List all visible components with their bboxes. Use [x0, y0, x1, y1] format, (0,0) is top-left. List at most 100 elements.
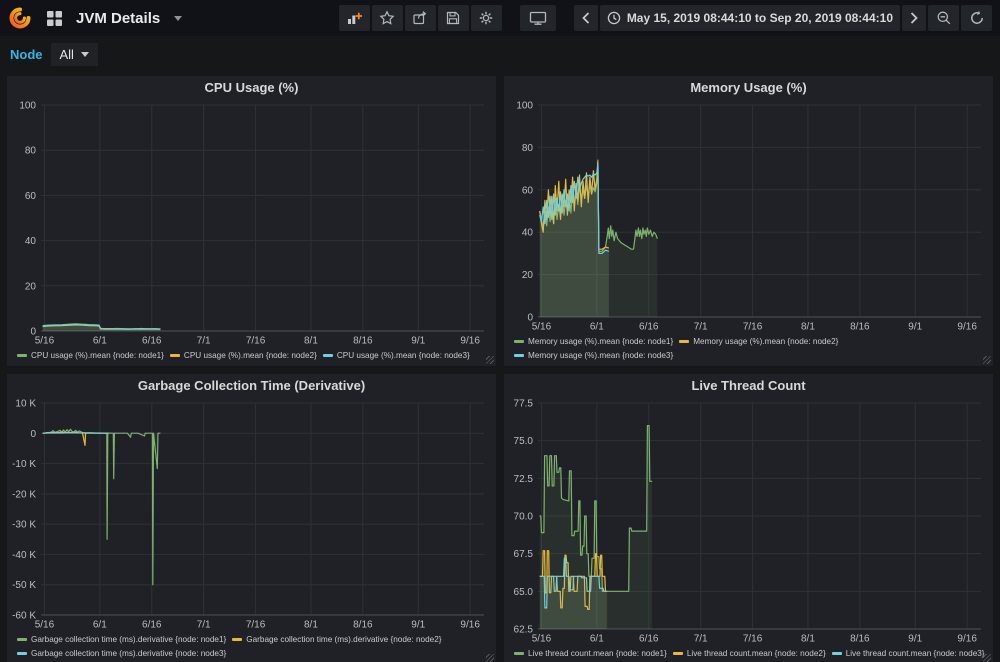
x-tick-label: 7/1: [197, 620, 211, 631]
x-tick-label: 6/16: [142, 336, 162, 347]
y-tick-label: 60: [25, 191, 37, 202]
y-tick-label: 0: [30, 327, 36, 338]
panel-title[interactable]: Live Thread Count: [504, 374, 993, 397]
zoom-out-button[interactable]: [928, 5, 959, 31]
x-tick-label: 7/1: [694, 322, 708, 333]
legend-item[interactable]: CPU usage (%).mean {node: node1}: [17, 351, 164, 360]
time-back-button[interactable]: [574, 5, 598, 31]
clock-icon: [607, 11, 621, 25]
x-tick-label: 7/16: [246, 620, 266, 631]
legend-item[interactable]: Garbage collection time (ms).derivative …: [17, 649, 226, 658]
panel-resize-handle[interactable]: [486, 356, 494, 364]
live-thread-count-chart-canvas[interactable]: 5/166/16/167/17/168/18/169/19/1662.565.0…: [504, 397, 993, 645]
panel-memory-usage: Memory Usage (%) 5/166/16/167/17/168/18/…: [504, 76, 993, 366]
refresh-button[interactable]: [961, 5, 992, 31]
x-tick-label: 6/1: [590, 634, 604, 645]
time-forward-button[interactable]: [902, 5, 926, 31]
panel-resize-handle[interactable]: [486, 654, 494, 662]
x-tick-label: 8/16: [353, 620, 373, 631]
dashboard-title[interactable]: JVM Details: [76, 10, 160, 27]
memory-usage-chart-canvas[interactable]: 5/166/16/167/17/168/18/169/19/1602040608…: [504, 99, 993, 333]
legend-item[interactable]: CPU usage (%).mean {node: node2}: [170, 351, 317, 360]
y-tick-label: -10 K: [12, 459, 36, 470]
variable-value-text: All: [60, 47, 74, 62]
add-panel-icon: [346, 10, 363, 26]
legend-color-swatch: [514, 652, 524, 655]
x-tick-label: 7/16: [246, 336, 266, 347]
share-button[interactable]: [405, 5, 436, 31]
legend-item[interactable]: Garbage collection time (ms).derivative …: [232, 635, 441, 644]
x-tick-label: 8/1: [304, 336, 318, 347]
panel-resize-handle[interactable]: [983, 654, 991, 662]
dashboards-grid-icon[interactable]: [42, 6, 66, 30]
legend-row: Live thread count.mean {node: node1} Live…: [514, 646, 989, 660]
gc-time-chart-canvas[interactable]: 5/166/16/167/17/168/18/169/19/1610 K0-10…: [7, 397, 496, 631]
panel-resize-handle[interactable]: [983, 356, 991, 364]
legend-item[interactable]: Live thread count.mean {node: node2}: [673, 649, 826, 658]
x-tick-label: 5/16: [532, 322, 552, 333]
x-tick-label: 6/1: [590, 322, 604, 333]
share-icon: [412, 10, 428, 26]
star-icon: [379, 10, 395, 26]
legend-color-swatch: [514, 340, 524, 343]
save-icon: [445, 10, 461, 26]
legend-color-swatch: [232, 638, 242, 641]
legend-item[interactable]: Memory usage (%).mean {node: node3}: [514, 351, 673, 360]
cpu-usage-chart-canvas[interactable]: 5/166/16/167/17/168/18/169/19/1602040608…: [7, 99, 496, 347]
cycle-view-button[interactable]: [520, 5, 556, 31]
panel-title[interactable]: Memory Usage (%): [504, 76, 993, 99]
x-tick-label: 7/1: [694, 634, 708, 645]
x-tick-label: 9/1: [908, 322, 922, 333]
x-tick-label: 8/16: [850, 322, 870, 333]
variable-value-dropdown[interactable]: All: [51, 43, 98, 66]
panel-gc-time: Garbage Collection Time (Derivative) 5/1…: [7, 374, 496, 662]
x-tick-label: 7/1: [197, 336, 211, 347]
legend-color-swatch: [17, 652, 27, 655]
series-line: [43, 432, 109, 445]
x-tick-label: 8/1: [801, 322, 815, 333]
star-button[interactable]: [372, 5, 403, 31]
grafana-logo-icon[interactable]: [6, 4, 34, 32]
legend-color-swatch: [17, 638, 27, 641]
y-tick-label: 67.5: [514, 549, 534, 560]
settings-button[interactable]: [471, 5, 502, 31]
y-tick-label: -30 K: [12, 520, 36, 531]
panel-title[interactable]: Garbage Collection Time (Derivative): [7, 374, 496, 397]
monitor-icon: [529, 10, 547, 26]
live-thread-count-legend: Live thread count.mean {node: node1} Live…: [504, 645, 993, 662]
legend-item[interactable]: Memory usage (%).mean {node: node1}: [514, 337, 673, 346]
y-tick-label: 0: [527, 313, 533, 324]
x-tick-label: 6/1: [93, 336, 107, 347]
legend-item[interactable]: Memory usage (%).mean {node: node2}: [679, 337, 838, 346]
add-panel-button[interactable]: [339, 5, 370, 31]
chevron-left-icon: [581, 11, 591, 25]
legend-item[interactable]: Live thread count.mean {node: node3}: [832, 649, 985, 658]
y-tick-label: 65.0: [514, 587, 534, 598]
x-tick-label: 5/16: [35, 336, 55, 347]
legend-color-swatch: [17, 354, 27, 357]
legend-label: Live thread count.mean {node: node1}: [528, 649, 667, 658]
legend-item[interactable]: Garbage collection time (ms).derivative …: [17, 635, 226, 644]
legend-item[interactable]: Live thread count.mean {node: node1}: [514, 649, 667, 658]
x-tick-label: 9/16: [957, 634, 977, 645]
legend-item[interactable]: CPU usage (%).mean {node: node3}: [323, 351, 470, 360]
panel-title[interactable]: CPU Usage (%): [7, 76, 496, 99]
y-tick-label: 20: [522, 270, 534, 281]
chart-svg: 5/166/16/167/17/168/18/169/19/1602040608…: [504, 99, 993, 333]
gear-icon: [478, 10, 494, 26]
legend-row: Garbage collection time (ms).derivative …: [17, 646, 492, 660]
series-area: [43, 432, 109, 445]
save-button[interactable]: [438, 5, 469, 31]
zoom-out-icon: [936, 10, 952, 26]
y-tick-label: 0: [30, 429, 36, 440]
legend-label: Memory usage (%).mean {node: node1}: [528, 337, 673, 346]
time-range-button[interactable]: May 15, 2019 08:44:10 to Sep 20, 2019 08…: [600, 5, 900, 31]
memory-usage-legend: Memory usage (%).mean {node: node1} Memor…: [504, 333, 993, 366]
legend-row: Garbage collection time (ms).derivative …: [17, 632, 492, 646]
y-tick-label: 80: [522, 143, 534, 154]
time-range-text: May 15, 2019 08:44:10 to Sep 20, 2019 08…: [627, 11, 893, 25]
panel-live-thread-count: Live Thread Count 5/166/16/167/17/168/18…: [504, 374, 993, 662]
chart-svg: 5/166/16/167/17/168/18/169/19/1610 K0-10…: [7, 397, 496, 631]
chart-svg: 5/166/16/167/17/168/18/169/19/1602040608…: [7, 99, 496, 347]
legend-label: Garbage collection time (ms).derivative …: [246, 635, 441, 644]
